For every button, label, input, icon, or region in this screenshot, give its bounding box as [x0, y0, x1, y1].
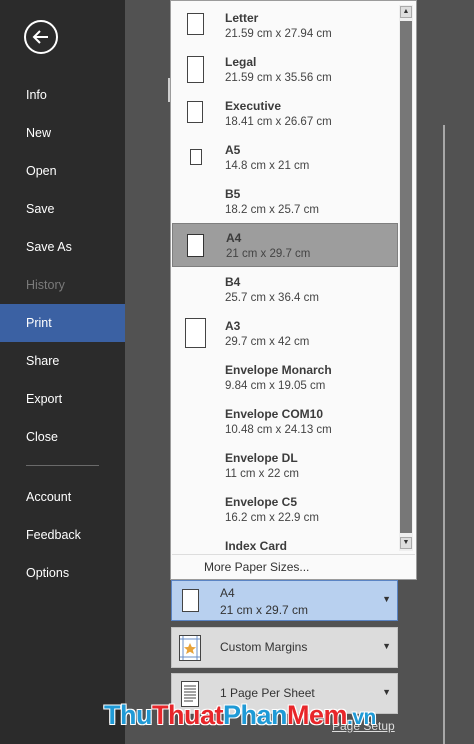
- nav-new[interactable]: New: [0, 114, 125, 152]
- page-icon: [187, 56, 204, 83]
- print-preview-edge: [443, 125, 445, 744]
- paper-size-name: Index Card: [225, 539, 288, 553]
- nav-save-as[interactable]: Save As: [0, 228, 125, 266]
- paper-size-b5[interactable]: B5 18.2 cm x 25.7 cm: [172, 181, 398, 225]
- paper-size-b4[interactable]: B4 25.7 cm x 36.4 cm: [172, 269, 398, 313]
- margins-label: Custom Margins: [220, 640, 308, 654]
- paper-size-name: Legal: [225, 55, 257, 69]
- paper-size-dims: 21.59 cm x 35.56 cm: [225, 72, 332, 84]
- nav-history: History: [26, 278, 65, 292]
- paper-size-name: A4: [226, 231, 242, 245]
- paper-size-envelope-com10[interactable]: Envelope COM10 10.48 cm x 24.13 cm: [172, 401, 398, 445]
- watermark-part: Mem: [287, 700, 348, 730]
- paper-size-name: Envelope COM10: [225, 407, 324, 421]
- nav-divider: [26, 465, 99, 466]
- nav-save[interactable]: Save: [0, 190, 125, 228]
- dropdown-scrollbar-thumb[interactable]: [400, 21, 412, 533]
- paper-size-dims: 21 cm x 29.7 cm: [220, 603, 309, 617]
- watermark-part: Thu: [104, 700, 152, 730]
- paper-size-envelope-dl[interactable]: Envelope DL 11 cm x 22 cm: [172, 445, 398, 489]
- paper-size-a5[interactable]: A5 14.8 cm x 21 cm: [172, 137, 398, 181]
- paper-size-dropdown: Letter 21.59 cm x 27.94 cm Legal 21.59 c…: [170, 0, 417, 580]
- nav-print[interactable]: Print: [0, 304, 125, 342]
- chevron-down-icon: ▼: [382, 687, 391, 697]
- page-icon: [187, 234, 204, 257]
- paper-size-name: B5: [225, 187, 241, 201]
- back-arrow-icon: [32, 30, 48, 44]
- page-icon: [185, 318, 206, 348]
- paper-size-a4[interactable]: A4 21 cm x 29.7 cm: [172, 223, 398, 267]
- scroll-up-arrow-icon[interactable]: ▲: [400, 6, 412, 18]
- nav-account[interactable]: Account: [0, 478, 125, 516]
- paper-size-executive[interactable]: Executive 18.41 cm x 26.67 cm: [172, 93, 398, 137]
- paper-size-a3[interactable]: A3 29.7 cm x 42 cm: [172, 313, 398, 357]
- paper-size-name: Envelope DL: [225, 451, 298, 465]
- chevron-down-icon: ▼: [382, 594, 391, 604]
- paper-size-name: B4: [225, 275, 241, 289]
- paper-size-letter[interactable]: Letter 21.59 cm x 27.94 cm: [172, 5, 398, 49]
- nav-feedback[interactable]: Feedback: [0, 516, 125, 554]
- nav-info[interactable]: Info: [0, 76, 125, 114]
- paper-size-envelope-monarch[interactable]: Envelope Monarch 9.84 cm x 19.05 cm: [172, 357, 398, 401]
- nav-open[interactable]: Open: [0, 152, 125, 190]
- paper-size-dims: 18.41 cm x 26.67 cm: [225, 116, 332, 128]
- nav-export[interactable]: Export: [0, 380, 125, 418]
- back-button[interactable]: [24, 20, 58, 54]
- paper-size-name: A5: [225, 143, 241, 157]
- backstage-sidebar: Info New Open Save Save As History Print…: [0, 0, 125, 744]
- pages-per-sheet-label: 1 Page Per Sheet: [220, 686, 315, 700]
- paper-size-name: Executive: [225, 99, 282, 113]
- watermark-part: Phan: [222, 700, 288, 730]
- paper-size-dims: 21.59 cm x 27.94 cm: [225, 28, 332, 40]
- paper-size-dims: 21 cm x 29.7 cm: [226, 248, 311, 260]
- paper-size-name: A4: [220, 586, 235, 600]
- more-paper-sizes-item[interactable]: More Paper Sizes...: [172, 554, 415, 579]
- paper-size-dims: 14.8 cm x 21 cm: [225, 160, 310, 172]
- nav-share[interactable]: Share: [0, 342, 125, 380]
- page-icon: [190, 149, 202, 165]
- watermark-part: .vn: [347, 706, 376, 729]
- page-icon: [182, 589, 199, 612]
- paper-size-name: A3: [225, 319, 241, 333]
- margins-selector[interactable]: Custom Margins ▼: [171, 627, 398, 668]
- nav-options[interactable]: Options: [0, 554, 125, 592]
- paper-size-envelope-c5[interactable]: Envelope C5 16.2 cm x 22.9 cm: [172, 489, 398, 533]
- paper-size-name: Envelope Monarch: [225, 363, 332, 377]
- paper-size-dims: 25.7 cm x 36.4 cm: [225, 292, 319, 304]
- paper-size-dims: 10.48 cm x 24.13 cm: [225, 424, 332, 436]
- paper-size-legal[interactable]: Legal 21.59 cm x 35.56 cm: [172, 49, 398, 93]
- scroll-down-arrow-icon[interactable]: ▼: [400, 537, 412, 549]
- page-icon: [187, 101, 203, 123]
- paper-size-name: Letter: [225, 11, 259, 25]
- paper-size-selector[interactable]: A4 21 cm x 29.7 cm ▼: [171, 580, 398, 621]
- more-paper-sizes-label: More Paper Sizes...: [204, 560, 310, 574]
- paper-size-name: Envelope C5: [225, 495, 298, 509]
- paper-size-dims: 29.7 cm x 42 cm: [225, 336, 310, 348]
- paper-size-dims: 16.2 cm x 22.9 cm: [225, 512, 319, 524]
- nav-close[interactable]: Close: [0, 418, 125, 456]
- watermark-part: Thuat: [151, 700, 224, 730]
- paper-size-dims: 9.84 cm x 19.05 cm: [225, 380, 326, 392]
- paper-size-dims: 18.2 cm x 25.7 cm: [225, 204, 319, 216]
- custom-margins-icon: [179, 635, 201, 661]
- page-icon: [187, 13, 204, 35]
- chevron-down-icon: ▼: [382, 641, 391, 651]
- paper-size-dims: 11 cm x 22 cm: [225, 468, 299, 480]
- site-watermark: ThuThuatPhanMem.vn: [104, 700, 376, 731]
